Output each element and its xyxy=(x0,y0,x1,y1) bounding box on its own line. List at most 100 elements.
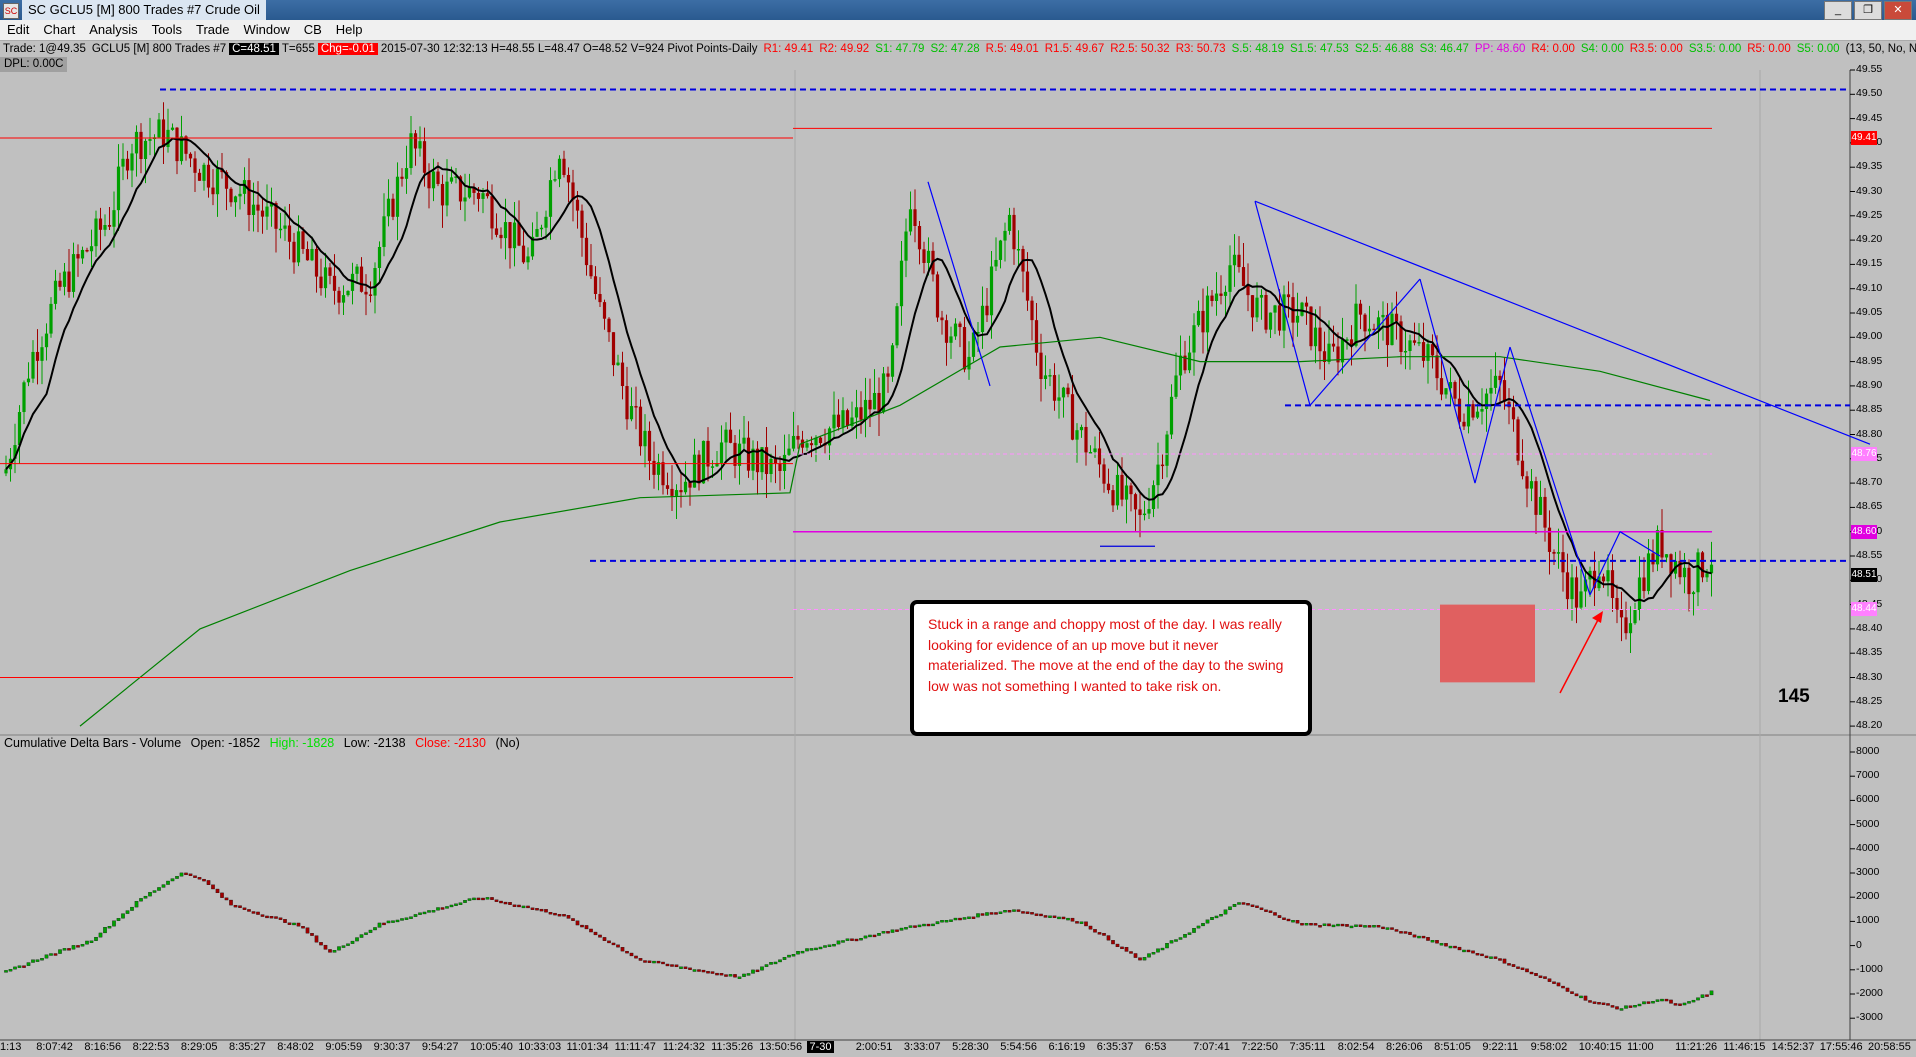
delta-bar xyxy=(670,964,674,967)
price-axis-label: 48.55 xyxy=(1856,549,1883,561)
delta-bar xyxy=(1475,953,1480,956)
delta-bar-body xyxy=(58,949,62,954)
delta-bar-body xyxy=(976,913,980,918)
delta-bar-body xyxy=(1570,991,1574,994)
delta-bar-body xyxy=(1444,943,1448,947)
delta-bar-body xyxy=(1417,935,1421,939)
delta-bar-body xyxy=(1138,957,1142,961)
delta-bar xyxy=(526,905,530,909)
delta-bar-body xyxy=(1385,927,1390,930)
menu-chart[interactable]: Chart xyxy=(36,20,82,40)
price-axis-label: 49.10 xyxy=(1856,281,1883,294)
delta-bar-body xyxy=(670,964,674,967)
candle-body xyxy=(1007,214,1012,231)
chart-canvas[interactable] xyxy=(0,0,1916,1057)
menu-window[interactable]: Window xyxy=(236,20,296,40)
delta-bar-body xyxy=(1435,940,1439,944)
info-item-20: S4: 0.00 xyxy=(1580,43,1624,55)
delta-bar-body xyxy=(1633,1005,1637,1008)
candle-body xyxy=(1381,314,1385,318)
delta-bar xyxy=(1376,925,1381,928)
delta-bar xyxy=(49,953,53,956)
delta-bar-body xyxy=(161,884,166,888)
delta-bar-body xyxy=(584,925,589,930)
delta-bar-body xyxy=(854,938,859,942)
candle-body xyxy=(332,275,337,291)
delta-bar xyxy=(1705,994,1709,997)
delta-bar xyxy=(40,958,44,961)
delta-bar xyxy=(310,933,314,936)
candle-body xyxy=(566,174,571,183)
delta-bar xyxy=(674,964,679,968)
candle-body xyxy=(377,246,382,268)
time-axis-label: 9:05:59 xyxy=(325,1041,363,1053)
delta-bar-body xyxy=(737,976,742,979)
delta-bar-body xyxy=(733,974,737,978)
candle-body xyxy=(1426,344,1430,361)
delta-bar-body xyxy=(1075,921,1079,924)
delta-bar xyxy=(1120,946,1124,950)
menu-edit[interactable]: Edit xyxy=(0,20,36,40)
delta-bar-body xyxy=(796,951,800,955)
delta-bar xyxy=(1637,1003,1642,1007)
maximize-button[interactable]: ❐ xyxy=(1854,1,1882,20)
delta-bar xyxy=(737,976,742,979)
candle-body xyxy=(98,218,103,230)
delta-bar-body xyxy=(1313,923,1318,926)
candle-body xyxy=(1012,214,1016,250)
price-axis-label: 48.80 xyxy=(1856,427,1883,440)
delta-bar-body xyxy=(1624,1005,1628,1009)
delta-bar xyxy=(184,872,188,876)
candle-body xyxy=(589,265,593,277)
delta-bar-body xyxy=(787,954,791,958)
delta-bar xyxy=(350,940,355,944)
minimize-button[interactable]: _ xyxy=(1824,1,1852,20)
candle-body xyxy=(1628,623,1633,634)
delta-bar-body xyxy=(1696,997,1700,1001)
menu-tools[interactable]: Tools xyxy=(145,20,189,40)
delta-bar xyxy=(1462,949,1466,953)
delta-bar-body xyxy=(355,937,359,942)
lower-panel-title: Cumulative Delta Bars - Volume xyxy=(4,736,182,750)
close-button[interactable]: ✕ xyxy=(1884,1,1912,20)
delta-bar-body xyxy=(1259,907,1264,910)
candle-body xyxy=(206,164,211,188)
delta-bar-body xyxy=(1133,953,1138,958)
delta-bar xyxy=(8,969,13,972)
menu-analysis[interactable]: Analysis xyxy=(82,20,144,40)
delta-bar-body xyxy=(364,932,368,935)
delta-bar-body xyxy=(247,909,251,912)
delta-bar-body xyxy=(661,961,665,965)
delta-bar-body xyxy=(26,962,31,966)
candle-body xyxy=(337,290,341,303)
delta-bar-body xyxy=(170,878,175,882)
info-item-4: Chg=-0.01 xyxy=(317,43,378,55)
delta-bar xyxy=(665,963,670,967)
delta-bar xyxy=(1507,963,1511,966)
delta-bar-body xyxy=(679,966,683,969)
candle-body xyxy=(1421,342,1426,361)
candle-body xyxy=(724,429,728,443)
delta-bar-body xyxy=(1574,993,1579,997)
time-axis-label: 8:29:05 xyxy=(180,1041,218,1053)
delta-bar xyxy=(1223,909,1228,915)
candle-body xyxy=(1295,315,1300,323)
delta-bar-body xyxy=(566,915,571,919)
delta-bar-body xyxy=(458,902,463,905)
annotation-note[interactable]: Stuck in a range and choppy most of the … xyxy=(910,600,1312,736)
delta-bar xyxy=(103,927,107,934)
candle-body xyxy=(1331,343,1336,347)
delta-bar-body xyxy=(1430,940,1435,943)
delta-bar xyxy=(301,926,305,929)
candle-body xyxy=(400,176,404,179)
menu-trade[interactable]: Trade xyxy=(189,20,236,40)
delta-bar-body xyxy=(746,973,751,976)
delta-bar-body xyxy=(1052,915,1057,918)
candle-body xyxy=(1178,355,1183,376)
window-title: SC GCLU5 [M] 800 Trades #7 Crude Oil xyxy=(22,0,266,20)
menu-cb[interactable]: CB xyxy=(297,20,329,40)
delta-bar xyxy=(809,948,814,951)
menu-help[interactable]: Help xyxy=(329,20,370,40)
delta-bar xyxy=(368,929,373,933)
delta-bar-body xyxy=(179,872,184,877)
